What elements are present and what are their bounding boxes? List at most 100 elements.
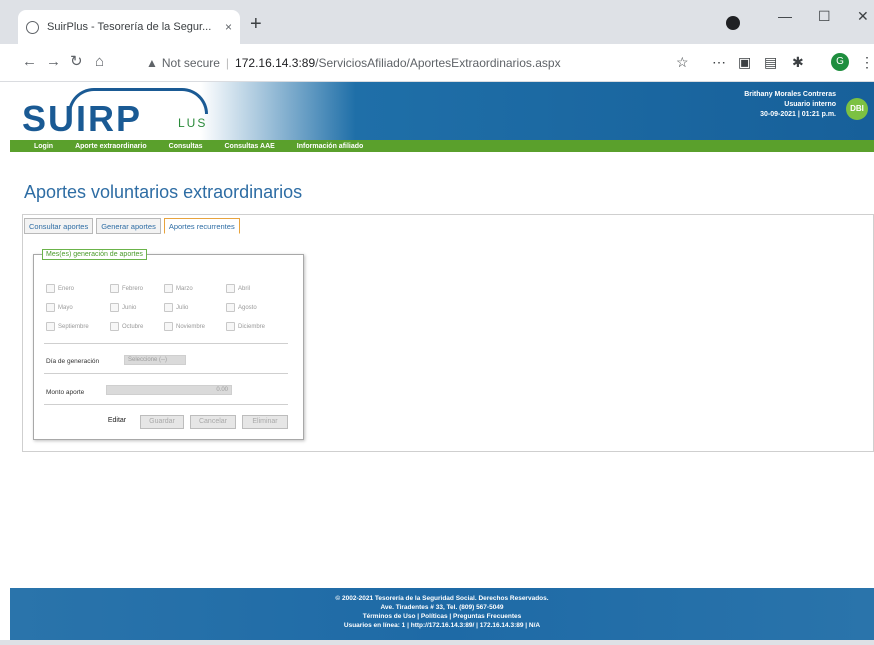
month-abril[interactable]: Abril — [226, 284, 286, 293]
browser-menu-icon[interactable]: ⋮ — [860, 54, 874, 71]
logo-word: SUIRP — [22, 98, 143, 139]
checkbox-icon[interactable] — [226, 284, 235, 293]
month-label: Febrero — [122, 285, 144, 292]
address-bar[interactable]: ▲ Not secure | 172.16.14.3:89 /Servicios… — [146, 50, 662, 76]
month-label: Julio — [176, 304, 189, 311]
menu-item-informacion-afiliado[interactable]: Información afiliado — [297, 143, 364, 150]
window-close-icon[interactable]: ✕ — [857, 8, 869, 25]
browser-tabstrip: SuirPlus - Tesorería de la Segur... × + … — [0, 0, 874, 44]
tab-search-icon[interactable]: ▣ — [738, 54, 751, 71]
recurrent-contributions-panel: Mes(es) generación de aportes Enero Febr… — [33, 249, 304, 440]
cast-icon[interactable]: ▤ — [764, 54, 777, 71]
checkbox-icon[interactable] — [110, 303, 119, 312]
checkbox-icon[interactable] — [226, 322, 235, 331]
save-button[interactable]: Guardar — [140, 415, 184, 429]
delete-button[interactable]: Eliminar — [242, 415, 288, 429]
checkbox-icon[interactable] — [46, 322, 55, 331]
month-label: Marzo — [176, 285, 193, 292]
divider — [44, 404, 288, 405]
main-menu: Login Aporte extraordinario Consultas Co… — [10, 140, 874, 152]
month-marzo[interactable]: Marzo — [164, 284, 226, 293]
url-path: /ServiciosAfiliado/AportesExtraordinario… — [315, 56, 561, 70]
checkbox-icon[interactable] — [46, 303, 55, 312]
month-label: Noviembre — [176, 323, 206, 330]
checkbox-icon[interactable] — [110, 284, 119, 293]
month-febrero[interactable]: Febrero — [110, 284, 164, 293]
month-diciembre[interactable]: Diciembre — [226, 322, 286, 331]
day-label: Día de generación — [46, 358, 100, 365]
months-grid: Enero Febrero Marzo Abril Mayo Junio Jul… — [46, 279, 292, 336]
footer-links[interactable]: Términos de Uso | Políticas | Preguntas … — [10, 612, 874, 621]
extensions-icon[interactable]: ✱ — [792, 54, 804, 71]
user-name: Brithany Morales Contreras — [744, 91, 836, 98]
checkbox-icon[interactable] — [110, 322, 119, 331]
logo-sub: LUS — [178, 116, 208, 130]
reload-icon[interactable]: ↻ — [70, 54, 83, 70]
home-icon[interactable]: ⌂ — [95, 54, 104, 70]
month-noviembre[interactable]: Noviembre — [164, 322, 226, 331]
edit-button[interactable]: Editar — [100, 415, 134, 429]
tab-consultar-aportes[interactable]: Consultar aportes — [24, 218, 94, 234]
months-row: Enero Febrero Marzo Abril — [46, 279, 292, 298]
site-header: SUIRP LUS Brithany Morales Contreras Usu… — [10, 82, 874, 140]
user-info: Brithany Morales Contreras Usuario inter… — [744, 90, 836, 120]
menu-item-consultas-aae[interactable]: Consultas AAE — [224, 143, 274, 150]
divider — [44, 373, 288, 374]
divider — [44, 343, 288, 344]
user-role: Usuario interno — [784, 101, 836, 108]
month-junio[interactable]: Junio — [110, 303, 164, 312]
menu-item-consultas[interactable]: Consultas — [169, 143, 203, 150]
suirplus-logo[interactable]: SUIRP LUS — [18, 84, 238, 139]
tab-generar-aportes[interactable]: Generar aportes — [96, 218, 161, 234]
month-agosto[interactable]: Agosto — [226, 303, 286, 312]
menu-item-login[interactable]: Login — [34, 143, 53, 150]
profile-avatar[interactable]: G — [831, 53, 849, 71]
day-select[interactable]: Seleccione (--) — [124, 355, 186, 365]
tab-close-icon[interactable]: × — [225, 20, 232, 34]
window-maximize-icon[interactable]: ☐ — [818, 8, 831, 25]
user-datetime: 30-09-2021 | 01:21 p.m. — [760, 111, 836, 118]
footer-copyright: © 2002-2021 Tesorería de la Seguridad So… — [335, 595, 549, 602]
warning-icon: ▲ — [146, 56, 158, 70]
month-label: Agosto — [238, 304, 257, 311]
months-row: Mayo Junio Julio Agosto — [46, 298, 292, 317]
month-label: Abril — [238, 285, 251, 292]
amount-label: Monto aporte — [46, 389, 85, 396]
month-enero[interactable]: Enero — [46, 284, 110, 293]
browser-tab[interactable]: SuirPlus - Tesorería de la Segur... × — [18, 10, 240, 44]
month-label: Mayo — [58, 304, 73, 311]
browser-account-icon[interactable] — [726, 16, 740, 30]
window-minimize-icon[interactable]: — — [778, 8, 792, 24]
month-octubre[interactable]: Octubre — [110, 322, 164, 331]
footer-status: Usuarios en línea: 1 | http://172.16.14.… — [343, 622, 541, 629]
tab-aportes-recurrentes[interactable]: Aportes recurrentes — [163, 218, 240, 234]
menu-item-aporte-extraordinario[interactable]: Aporte extraordinario — [75, 143, 147, 150]
window-bottom-border — [0, 640, 874, 645]
month-julio[interactable]: Julio — [164, 303, 226, 312]
globe-icon — [26, 20, 39, 34]
checkbox-icon[interactable] — [164, 322, 173, 331]
not-secure-label: Not secure — [161, 56, 220, 70]
checkbox-icon[interactable] — [226, 303, 235, 312]
checkbox-icon[interactable] — [164, 303, 173, 312]
cancel-button[interactable]: Cancelar — [190, 415, 236, 429]
forward-arrow-icon[interactable]: → — [46, 54, 61, 70]
month-septiembre[interactable]: Septiembre — [46, 322, 110, 331]
extension-icon[interactable]: ⋯ — [712, 54, 726, 71]
amount-input[interactable]: 0.00 — [106, 385, 232, 395]
checkbox-icon[interactable] — [164, 284, 173, 293]
back-arrow-icon[interactable]: ← — [22, 54, 37, 70]
user-badge[interactable]: DBI — [846, 98, 868, 120]
months-legend: Mes(es) generación de aportes — [42, 249, 147, 260]
url-host: 172.16.14.3:89 — [235, 56, 316, 70]
url-separator: | — [225, 56, 230, 70]
checkbox-icon[interactable] — [46, 284, 55, 293]
page-title: Aportes voluntarios extraordinarios — [24, 182, 303, 202]
month-label: Junio — [122, 304, 137, 311]
month-label: Septiembre — [58, 323, 89, 330]
month-label: Enero — [58, 285, 75, 292]
month-label: Diciembre — [238, 323, 266, 330]
new-tab-button[interactable]: + — [250, 14, 262, 34]
month-mayo[interactable]: Mayo — [46, 303, 110, 312]
star-icon[interactable]: ☆ — [676, 54, 689, 71]
